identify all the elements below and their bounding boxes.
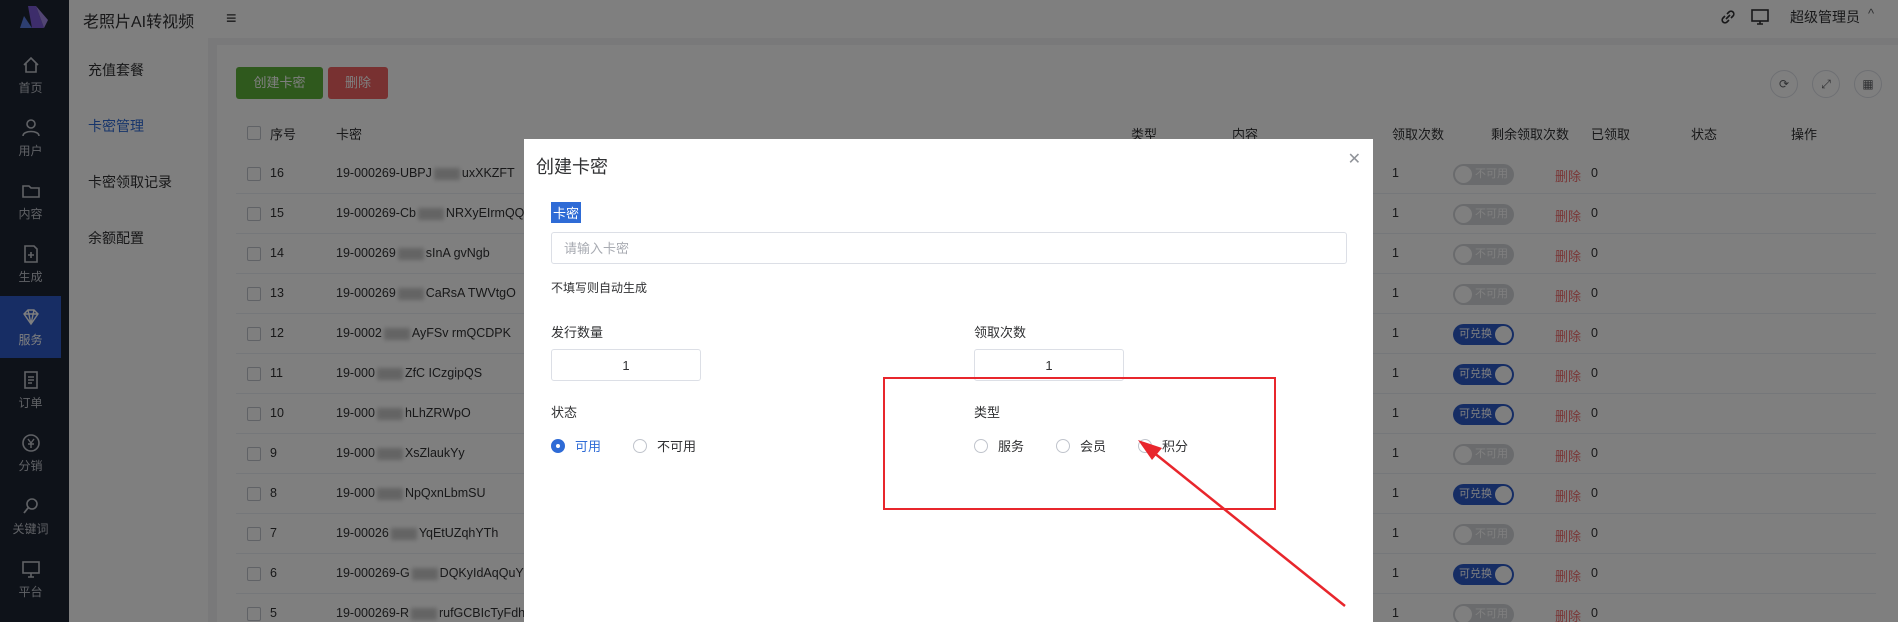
quantity-input[interactable] bbox=[551, 349, 701, 381]
status-radio-available[interactable]: 可用 bbox=[551, 436, 601, 455]
radio-label: 可用 bbox=[575, 439, 602, 454]
quantity-label: 发行数量 bbox=[551, 325, 604, 340]
claim-count-label: 领取次数 bbox=[974, 325, 1027, 340]
status-label: 状态 bbox=[551, 405, 578, 420]
status-radio-unavailable[interactable]: 不可用 bbox=[633, 436, 696, 455]
card-input[interactable] bbox=[551, 232, 1347, 264]
dialog-title: 创建卡密 bbox=[536, 157, 608, 177]
annotation-highlight-box bbox=[883, 377, 1276, 510]
close-icon[interactable]: ✕ bbox=[1348, 149, 1361, 169]
card-hint: 不填写则自动生成 bbox=[551, 281, 648, 295]
card-field-label: 卡密 bbox=[551, 202, 582, 223]
radio-dot[interactable] bbox=[551, 438, 565, 453]
radio-dot[interactable] bbox=[633, 438, 647, 453]
radio-label: 不可用 bbox=[657, 439, 697, 454]
